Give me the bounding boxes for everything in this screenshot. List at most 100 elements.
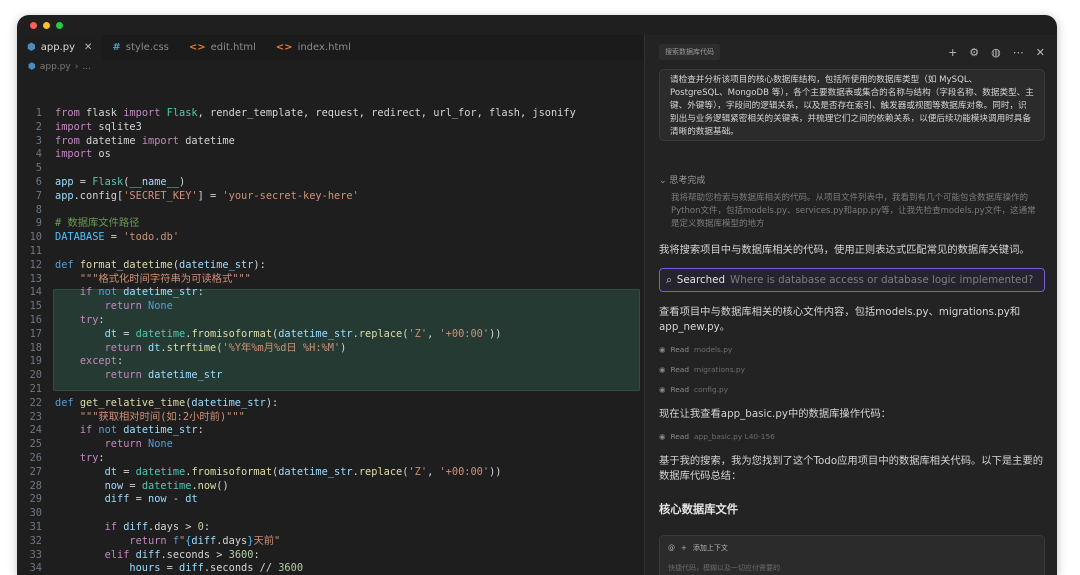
python-icon: ⬢ [28,62,36,72]
line-number: 3 [35,134,42,147]
line-number: 28 [29,479,42,492]
window-controls [30,22,63,29]
code-line: 8 [17,204,644,218]
python-icon: ⬢ [27,42,36,53]
close-icon[interactable]: ✕ [84,42,92,53]
chat-input[interactable]: @ + 添加上下文 快捷代码，模糊以及一切应付需要的 [659,535,1045,575]
code-line: 19 except: [17,355,644,369]
searched-tool-call[interactable]: ⌕ Searched Where is database access or d… [659,268,1045,292]
line-number: 27 [29,465,42,478]
code-line: 12 def format_datetime(datetime_str): [17,259,644,273]
thinking-header[interactable]: ⌄ 思考完成 [659,173,705,186]
code-line: 15 return None [17,300,644,314]
line-number: 4 [35,148,42,161]
close-window-button[interactable] [30,22,37,29]
line-number: 7 [35,189,42,202]
eye-icon: ◉ [659,365,666,374]
read-label: Read [670,345,690,354]
code-line: 10 DATABASE = 'todo.db' [17,231,644,245]
read-label: Read [670,432,690,441]
tab-edit-html[interactable]: <> edit.html [179,35,266,60]
add-context-button[interactable]: @ + 添加上下文 [668,543,728,553]
line-number: 26 [29,451,42,464]
line-number: 14 [29,286,42,299]
line-number: 33 [29,548,42,561]
line-number: 25 [29,438,42,451]
minimize-window-button[interactable] [43,22,50,29]
code-line: 21 [17,383,644,397]
line-number: 15 [29,300,42,313]
code-line: 5 [17,162,644,176]
eye-icon: ◉ [659,432,666,441]
line-number: 5 [35,162,42,175]
code-lines[interactable]: 1 from flask import Flask, render_templat… [17,107,644,575]
code-line: 17 dt = datetime.fromisoformat(datetime_… [17,328,644,342]
assistant-message: 查看项目中与数据库相关的核心文件内容，包括models.py、migration… [659,306,1021,333]
read-tool-call[interactable]: ◉ Read migrations.py [659,365,745,374]
line-number: 6 [35,175,42,188]
assistant-message: 基于我的搜索，我为您找到了这个Todo应用项目中的数据库相关代码。以下是主要的数… [659,455,1044,482]
close-icon[interactable]: ✕ [1036,46,1045,59]
line-number: 29 [29,493,42,506]
line-number: 11 [29,244,42,257]
html-icon: <> [275,42,293,53]
breadcrumb-rest[interactable]: ... [82,62,91,72]
code-line: 13 """格式化时间字符串为可读格式""" [17,273,644,287]
read-path: config.py [694,385,729,394]
code-line: 24 if not datetime_str: [17,424,644,438]
line-number: 12 [29,258,42,271]
tab-style-css[interactable]: # style.css [102,35,178,60]
read-label: Read [670,385,690,394]
code-line: 3 from datetime import datetime [17,135,644,149]
line-number: 23 [29,410,42,423]
read-tool-call[interactable]: ◉ Read app_basic.py L40-156 [659,432,775,441]
read-tool-call[interactable]: ◉ Read config.py [659,385,728,394]
tab-index-html[interactable]: <> index.html [266,35,361,60]
read-tool-call[interactable]: ◉ Read models.py [659,345,732,354]
line-number: 13 [29,272,42,285]
add-context-label: 添加上下文 [692,544,728,552]
app-window: ⬢ app.py ✕ # style.css <> edit.html <> i… [17,15,1057,575]
assistant-message: 现在让我查看app_basic.py中的数据库操作代码： [659,408,891,420]
at-icon: @ [668,544,675,552]
more-icon[interactable]: ⋯ [1013,46,1024,59]
code-line: 34 hours = diff.seconds // 3600 [17,562,644,575]
breadcrumb-separator: › [74,62,79,72]
plus-icon[interactable]: + [948,46,957,59]
chat-header: 搜索数据库代码 + ⚙ ◍ ⋯ ✕ [659,43,1045,61]
chat-tab[interactable]: 搜索数据库代码 [659,44,720,60]
read-path: migrations.py [694,365,745,374]
code-line: 22 def get_relative_time(datetime_str): [17,397,644,411]
globe-icon[interactable]: ◍ [991,46,1001,59]
gear-icon[interactable]: ⚙ [969,46,979,59]
code-line: 23 """获取相对时间(如:2小时前)""" [17,411,644,425]
code-line: 6 app = Flask(__name__) [17,176,644,190]
line-number: 32 [29,534,42,547]
section-heading: 核心数据库文件 [659,503,739,516]
code-line: 2 import sqlite3 [17,121,644,135]
breadcrumb-file[interactable]: app.py [40,62,71,72]
code-editor: ⬢ app.py ✕ # style.css <> edit.html <> i… [17,35,644,575]
tab-label: index.html [297,42,351,53]
read-label: Read [670,365,690,374]
plus-icon: + [681,544,687,552]
ai-chat-panel: 搜索数据库代码 + ⚙ ◍ ⋯ ✕ 请检查并分析该项目的核心数据库结构，包括所使… [645,35,1057,575]
code-line: 25 return None [17,438,644,452]
code-line: 9 # 数据库文件路径 [17,217,644,231]
line-number: 24 [29,424,42,437]
editor-tabs: ⬢ app.py ✕ # style.css <> edit.html <> i… [17,35,644,60]
maximize-window-button[interactable] [56,22,63,29]
input-placeholder: 快捷代码，模糊以及一切应付需要的 [668,564,780,572]
code-line: 26 try: [17,452,644,466]
code-line: 4 import os [17,148,644,162]
tab-app-py[interactable]: ⬢ app.py ✕ [17,35,103,60]
read-path: models.py [694,345,733,354]
line-number: 21 [29,382,42,395]
code-line: 31 if diff.days > 0: [17,521,644,535]
line-number: 10 [29,231,42,244]
searched-query: Where is database access or database log… [730,274,1034,286]
breadcrumb: ⬢ app.py › ... [28,62,91,72]
code-line: 11 [17,245,644,259]
tab-label: app.py [40,42,76,53]
line-number: 1 [35,107,42,119]
